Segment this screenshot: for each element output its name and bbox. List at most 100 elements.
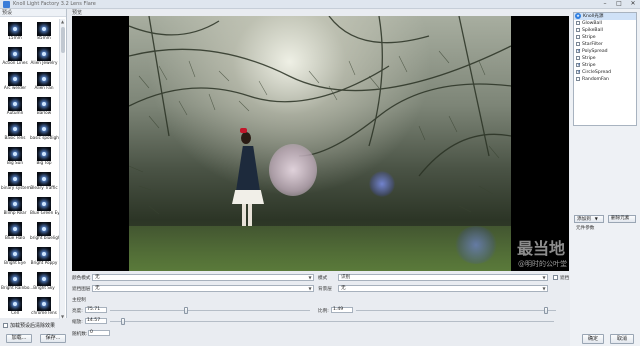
layer-checkbox[interactable] xyxy=(576,27,580,32)
preset-label: bright bluelight xyxy=(30,235,63,240)
chevron-down-icon: ▼ xyxy=(308,286,312,291)
preset-thumbnail[interactable]: Arc welder xyxy=(1,71,29,96)
load-preset-button[interactable]: 加载... xyxy=(6,334,32,343)
preset-thumbnail[interactable]: Alien Fan xyxy=(30,71,58,96)
flare-icon xyxy=(42,152,46,156)
zoom-slider-handle[interactable] xyxy=(121,318,126,325)
save-preset-button[interactable]: 保存... xyxy=(40,334,66,343)
layer-checkbox[interactable] xyxy=(576,76,580,81)
close-button[interactable]: ✕ xyxy=(626,0,640,8)
background-layer-select[interactable]: 无 ▼ xyxy=(338,285,548,292)
layer-item[interactable]: Stripe xyxy=(574,55,636,62)
preset-thumbnail[interactable]: Alien Jewelry xyxy=(30,46,58,71)
mask-layer-select[interactable]: 无 ▼ xyxy=(92,285,314,292)
mode-select[interactable]: 识别 ▼ xyxy=(338,274,548,281)
scale-slider-track[interactable] xyxy=(356,310,556,311)
preset-label: basic spotlight xyxy=(30,135,61,140)
preset-thumbnail[interactable]: Barlow xyxy=(30,96,58,121)
flare-icon xyxy=(13,202,17,206)
preset-thumbnail[interactable]: Action Lines xyxy=(1,46,29,71)
clear-effect-option[interactable]: 加载预设后清除效果 xyxy=(3,322,73,330)
lock-checkbox[interactable] xyxy=(553,275,558,280)
brightness-slider-handle[interactable] xyxy=(184,307,188,314)
flare-icon xyxy=(13,152,17,156)
delete-element-button[interactable]: 删除元素 xyxy=(608,215,636,223)
layer-checkbox[interactable] xyxy=(576,41,580,46)
flare-icon xyxy=(42,127,46,131)
preset-preview-image xyxy=(37,122,51,136)
preset-thumbnail[interactable]: Bright Rainbo... xyxy=(1,271,33,296)
preset-thumbnail[interactable]: basic spotlight xyxy=(30,121,61,146)
layer-list[interactable]: ★ Knoll光源 GlowBall SpikeBall Stripe StarFilte… xyxy=(573,12,637,126)
layer-item[interactable]: PolySpread xyxy=(574,48,636,55)
layer-checkbox[interactable] xyxy=(576,69,581,76)
preset-thumbnail[interactable]: Bright Sky xyxy=(30,271,58,296)
preset-thumbnail[interactable]: Blue Halo xyxy=(1,221,29,246)
preset-preview-image xyxy=(8,22,22,36)
layer-item[interactable]: Stripe xyxy=(574,34,636,41)
clear-effect-checkbox[interactable] xyxy=(3,323,8,328)
preset-thumbnail[interactable]: Basic lens xyxy=(1,121,29,146)
layer-checkbox[interactable] xyxy=(576,48,581,55)
layer-checkbox[interactable] xyxy=(576,20,580,25)
preset-thumbnail[interactable]: Cell xyxy=(1,296,29,321)
maximize-button[interactable]: □ xyxy=(612,0,626,8)
color-mode-value: 无 xyxy=(95,275,100,280)
preview-area[interactable]: 最当地 @明时的公叶堂 xyxy=(72,16,569,271)
layer-checkbox[interactable] xyxy=(576,34,580,39)
layer-item[interactable]: Stripe xyxy=(574,62,636,69)
layer-item[interactable]: GlowBall xyxy=(574,20,636,27)
flare-icon xyxy=(42,177,46,181)
preset-thumbnail[interactable]: Blimp Rear xyxy=(1,196,29,221)
preset-thumbnail[interactable]: 85mm xyxy=(30,21,58,46)
layer-item[interactable]: StarFilter xyxy=(574,41,636,48)
preset-thumbnail[interactable]: Blue Green Eye xyxy=(30,196,63,221)
preset-preview-image xyxy=(8,297,22,311)
cancel-button[interactable]: 取消 xyxy=(610,334,634,344)
lock-option[interactable]: 遮挡 xyxy=(553,275,569,281)
layer-checkbox[interactable] xyxy=(576,55,580,60)
preset-preview-image xyxy=(8,222,22,236)
scale-input[interactable]: 1.49 xyxy=(331,307,353,313)
zoom-slider-track[interactable] xyxy=(110,321,554,322)
preset-preview-image xyxy=(37,272,51,286)
preset-thumbnail[interactable]: Big Sun xyxy=(1,146,29,171)
scrollbar-thumb[interactable] xyxy=(61,27,65,53)
flare-icon xyxy=(42,27,46,31)
layer-item[interactable]: ★ Knoll光源 xyxy=(574,13,636,20)
scale-label: 比例: xyxy=(318,309,329,314)
ok-button[interactable]: 确定 xyxy=(582,334,604,344)
layer-item[interactable]: SpikeBall xyxy=(574,27,636,34)
watermark-subtext: @明时的公叶堂 xyxy=(518,260,567,268)
preset-scrollbar[interactable]: ▲ ▼ xyxy=(59,19,65,319)
preset-thumbnail[interactable]: Bright Poppy xyxy=(30,246,58,271)
scale-slider-handle[interactable] xyxy=(544,307,548,314)
add-to-dropdown[interactable]: 添加到 ▼ xyxy=(574,215,604,223)
zoom-input[interactable]: 14.57 xyxy=(85,318,107,324)
preset-thumbnail[interactable]: Autumn xyxy=(1,96,29,121)
preset-thumbnail[interactable]: Big Top xyxy=(30,146,58,171)
layer-item[interactable]: CircleSpread xyxy=(574,69,636,76)
flare-icon xyxy=(13,52,17,56)
preset-thumbnail[interactable]: 15mm xyxy=(1,21,29,46)
lock-label: 遮挡 xyxy=(560,276,570,281)
preset-thumbnail[interactable]: chrome lens xyxy=(30,296,58,321)
layer-panel: ★ Knoll光源 GlowBall SpikeBall Stripe StarFilte… xyxy=(570,9,640,346)
preset-thumbnail[interactable]: bright bluelight xyxy=(30,221,63,246)
scroll-down-icon[interactable]: ▼ xyxy=(60,314,65,319)
brightness-input[interactable]: 75.71 xyxy=(85,307,107,313)
flare-icon xyxy=(42,77,46,81)
preset-preview-image xyxy=(8,147,22,161)
layer-checkbox[interactable] xyxy=(576,62,581,69)
scroll-up-icon[interactable]: ▲ xyxy=(60,19,65,24)
preset-thumbnail[interactable]: binary system xyxy=(1,171,31,196)
seed-input[interactable]: 0 xyxy=(88,330,110,336)
preset-thumbnail[interactable]: Bright Eye xyxy=(1,246,29,271)
minimize-button[interactable]: – xyxy=(598,0,612,8)
color-mode-select[interactable]: 无 ▼ xyxy=(92,274,314,281)
brightness-slider-track[interactable] xyxy=(110,310,310,311)
layer-label: Stripe xyxy=(582,56,596,61)
preset-label: Blue Green Eye xyxy=(30,210,63,215)
preset-thumbnail[interactable]: Bleary Traffic xyxy=(30,171,58,196)
layer-item[interactable]: RandomFan xyxy=(574,76,636,83)
